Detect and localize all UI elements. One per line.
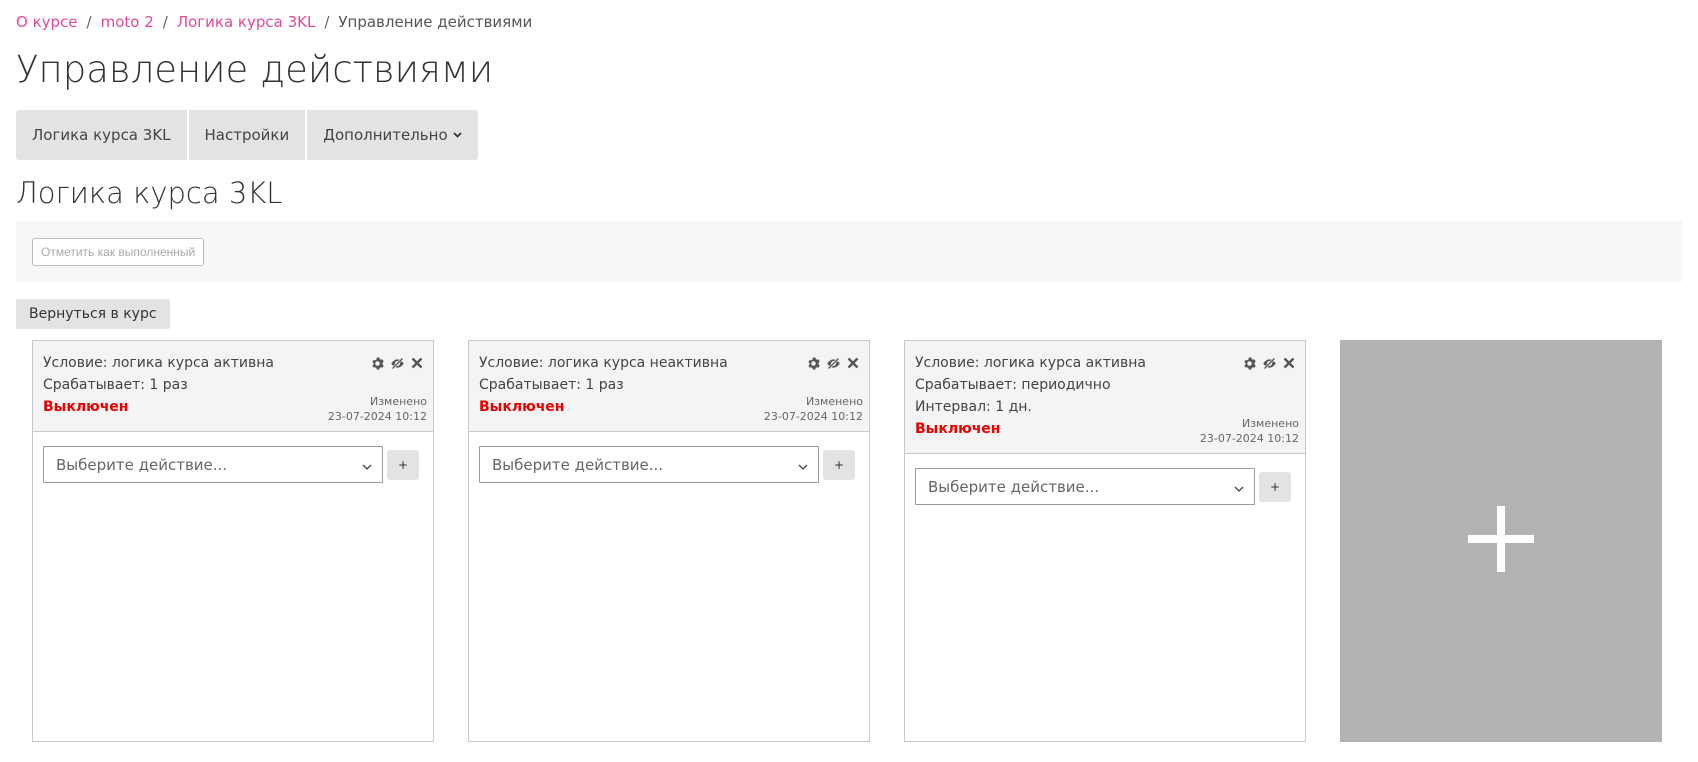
close-icon[interactable] — [845, 355, 861, 371]
add-action-button[interactable]: + — [387, 449, 419, 480]
chevron-down-icon — [1234, 478, 1244, 496]
page-title: Управление действиями — [16, 48, 494, 91]
modified-date: 23-07-2024 10:12 — [327, 410, 427, 423]
tab-label: Дополнительно — [323, 126, 448, 144]
tab-more[interactable]: Дополнительно — [307, 110, 478, 160]
add-action-button[interactable]: + — [823, 449, 855, 480]
modified-label: Изменено — [1241, 417, 1299, 430]
tab-course-logic[interactable]: Логика курса 3KL — [16, 110, 189, 160]
tab-label: Настройки — [204, 126, 290, 144]
mark-done-button[interactable]: Отметить как выполненный — [32, 238, 205, 266]
card-interval: Интервал: 1 дн. — [915, 399, 1032, 415]
action-select[interactable]: Выберите действие... — [915, 468, 1255, 505]
modified-date: 23-07-2024 10:12 — [1199, 432, 1299, 445]
card-header: Условие: логика курса активна Срабатывае… — [33, 341, 433, 432]
card-actions — [369, 355, 425, 371]
select-placeholder: Выберите действие... — [492, 455, 664, 474]
card-actions — [805, 355, 861, 371]
gear-icon[interactable] — [805, 355, 821, 371]
select-placeholder: Выберите действие... — [928, 477, 1100, 496]
plus-icon — [1468, 506, 1534, 576]
close-icon[interactable] — [1281, 355, 1297, 371]
logic-card: Условие: логика курса активна Срабатывае… — [904, 340, 1306, 742]
back-to-course-button[interactable]: Вернуться в курс — [16, 299, 170, 329]
card-condition: Условие: логика курса активна — [43, 355, 274, 371]
action-row: Выберите действие... + — [905, 454, 1305, 519]
breadcrumb-current: Управление действиями — [338, 13, 533, 31]
card-actions — [1241, 355, 1297, 371]
modified-label: Изменено — [805, 395, 863, 408]
action-row: Выберите действие... + — [33, 432, 433, 497]
breadcrumb-link-moto[interactable]: moto 2 — [101, 13, 154, 31]
secondary-nav: Логика курса 3KL Настройки Дополнительно — [16, 110, 478, 160]
breadcrumb-separator: / — [86, 13, 92, 31]
tab-label: Логика курса 3KL — [32, 126, 171, 144]
add-action-button[interactable]: + — [1259, 471, 1291, 502]
card-trigger: Срабатывает: 1 раз — [43, 377, 188, 393]
card-condition: Условие: логика курса неактивна — [479, 355, 728, 371]
card-modified: Изменено 23-07-2024 10:12 — [1200, 416, 1299, 446]
logic-card: Условие: логика курса неактивна Срабатыв… — [468, 340, 870, 742]
chevron-down-icon — [362, 456, 372, 474]
breadcrumb: О курсе / moto 2 / Логика курса 3KL / Уп… — [16, 13, 532, 31]
card-trigger: Срабатывает: периодично — [915, 377, 1111, 393]
action-select[interactable]: Выберите действие... — [479, 446, 819, 483]
eye-slash-icon[interactable] — [1261, 355, 1277, 371]
logic-card: Условие: логика курса активна Срабатывае… — [32, 340, 434, 742]
close-icon[interactable] — [409, 355, 425, 371]
breadcrumb-separator: / — [162, 13, 168, 31]
card-condition: Условие: логика курса активна — [915, 355, 1146, 371]
breadcrumb-link-logic[interactable]: Логика курса 3KL — [177, 13, 316, 31]
breadcrumb-separator: / — [324, 13, 330, 31]
modified-date: 23-07-2024 10:12 — [763, 410, 863, 423]
eye-slash-icon[interactable] — [825, 355, 841, 371]
eye-slash-icon[interactable] — [389, 355, 405, 371]
section-title: Логика курса 3KL — [16, 176, 283, 210]
completion-bar: Отметить как выполненный — [16, 221, 1682, 282]
chevron-down-icon — [798, 456, 808, 474]
card-trigger: Срабатывает: 1 раз — [479, 377, 624, 393]
add-logic-card[interactable] — [1340, 340, 1662, 742]
chevron-down-icon — [453, 130, 462, 141]
card-modified: Изменено 23-07-2024 10:12 — [328, 394, 427, 424]
action-select[interactable]: Выберите действие... — [43, 446, 383, 483]
gear-icon[interactable] — [369, 355, 385, 371]
modified-label: Изменено — [369, 395, 427, 408]
card-header: Условие: логика курса неактивна Срабатыв… — [469, 341, 869, 432]
tab-settings[interactable]: Настройки — [188, 110, 308, 160]
breadcrumb-link-course[interactable]: О курсе — [16, 13, 78, 31]
select-placeholder: Выберите действие... — [56, 455, 228, 474]
gear-icon[interactable] — [1241, 355, 1257, 371]
action-row: Выберите действие... + — [469, 432, 869, 497]
card-header: Условие: логика курса активна Срабатывае… — [905, 341, 1305, 454]
card-modified: Изменено 23-07-2024 10:12 — [764, 394, 863, 424]
